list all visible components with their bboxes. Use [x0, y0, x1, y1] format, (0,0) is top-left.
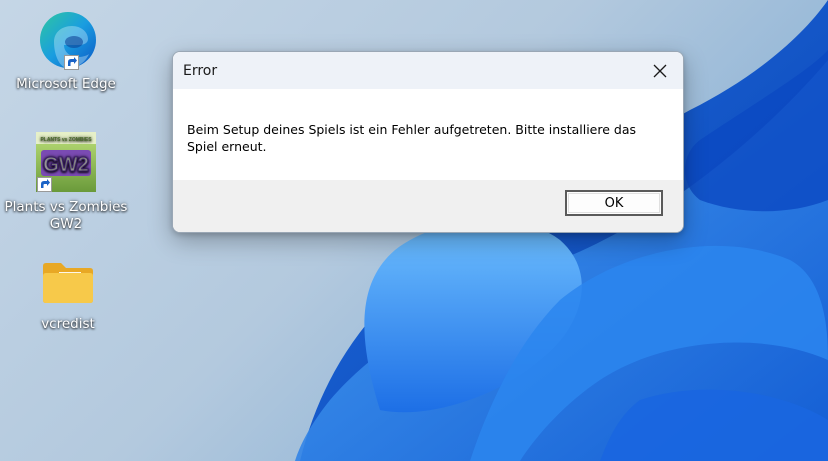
dialog-content: Beim Setup deines Spiels ist ein Fehler …: [173, 89, 683, 180]
ok-button[interactable]: OK: [565, 190, 663, 216]
dialog-title: Error: [183, 63, 218, 79]
error-dialog: Error Beim Setup deines Spiels ist ein F…: [172, 51, 684, 233]
desktop-icon-edge[interactable]: Microsoft Edge: [6, 10, 126, 93]
pvz-art-text: GW2: [43, 154, 89, 176]
folder-icon: [39, 258, 97, 308]
desktop-icon-label: Plants vs Zombies GW2: [4, 199, 128, 232]
desktop-icon-label: vcredist: [41, 316, 95, 332]
desktop-icon-pvz-gw2[interactable]: PLANTS vs ZOMBIES GW2 Plants vs Zombies …: [4, 132, 128, 233]
dialog-message: Beim Setup deines Spiels ist ein Fehler …: [187, 122, 636, 154]
svg-text:PLANTS vs ZOMBIES: PLANTS vs ZOMBIES: [40, 137, 92, 143]
close-button[interactable]: [637, 52, 683, 89]
ok-button-label: OK: [604, 195, 624, 211]
close-icon: [653, 64, 667, 77]
shortcut-arrow-icon: [37, 177, 52, 192]
desktop-icon-vcredist[interactable]: vcredist: [8, 258, 128, 333]
pvz-gw2-icon: PLANTS vs ZOMBIES GW2: [36, 132, 96, 192]
shortcut-arrow-icon: [64, 55, 79, 70]
edge-icon: [34, 10, 98, 72]
desktop-icon-label: Microsoft Edge: [16, 76, 116, 92]
dialog-footer: OK: [173, 180, 683, 232]
dialog-titlebar[interactable]: Error: [173, 52, 683, 89]
